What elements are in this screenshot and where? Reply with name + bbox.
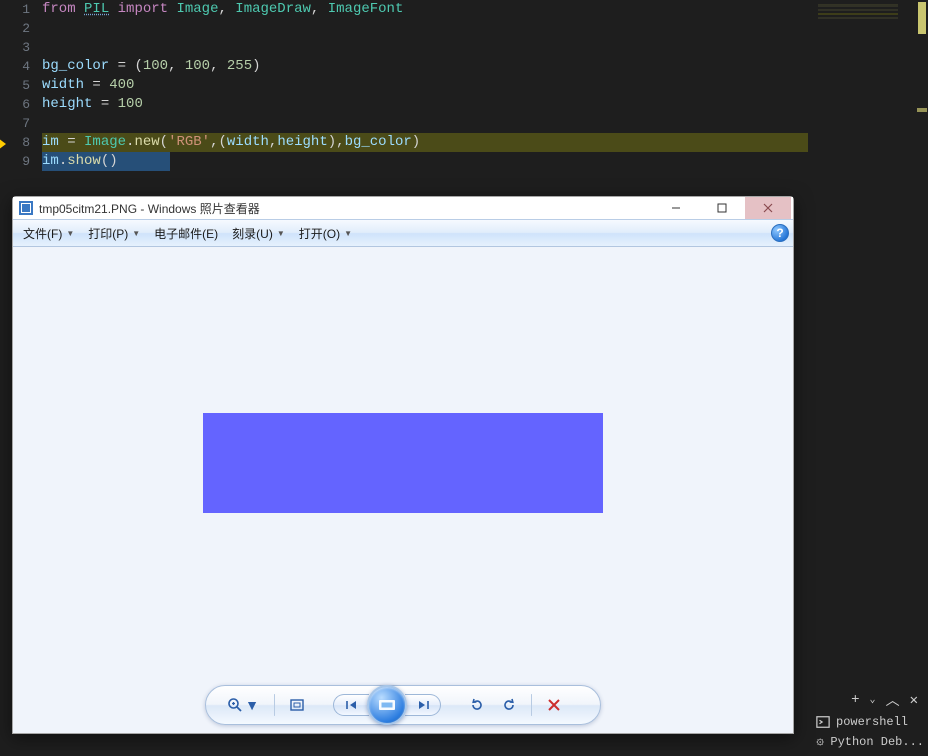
separator [274, 694, 275, 716]
rotate-cw-icon [501, 697, 517, 713]
minimap-content [818, 4, 898, 34]
menu-print[interactable]: 打印(P)▼ [82, 223, 146, 244]
photo-viewer-window: tmp05citm21.PNG - Windows 照片查看器 文件(F)▼ 打… [12, 196, 794, 734]
magnifier-icon [227, 697, 243, 713]
terminal-label: Python Deb... [830, 735, 924, 749]
menubar: 文件(F)▼ 打印(P)▼ 电子邮件(E) 刻录(U)▼ 打开(O)▼ ? [13, 219, 793, 247]
code-line[interactable]: 4 bg_color = (100, 100, 255) [0, 57, 810, 76]
menu-open[interactable]: 打开(O)▼ [293, 223, 358, 244]
line-number: 8 [0, 133, 42, 152]
chevron-down-icon: ▼ [66, 229, 74, 238]
code-line[interactable]: 1 from PIL import Image, ImageDraw, Imag… [0, 0, 810, 19]
next-image-button[interactable] [405, 694, 441, 716]
breakpoint-current-icon [0, 138, 6, 150]
titlebar[interactable]: tmp05citm21.PNG - Windows 照片查看器 [13, 197, 793, 219]
debug-icon [816, 735, 824, 749]
terminal-entry-python-debug[interactable]: Python Deb... [812, 732, 924, 752]
split-terminal-icon[interactable]: ⌄ [870, 694, 876, 706]
menu-burn[interactable]: 刻录(U)▼ [226, 223, 291, 244]
viewer-toolbar: ▼ [205, 685, 601, 725]
slideshow-icon [377, 698, 397, 712]
terminal-panel: + ⌄ ︿ ✕ powershell Python Deb... [812, 688, 924, 756]
line-number: 9 [0, 152, 42, 171]
line-number: 6 [0, 95, 42, 114]
prev-icon [345, 699, 359, 711]
close-panel-icon[interactable]: ✕ [910, 692, 918, 709]
zoom-button[interactable]: ▼ [220, 691, 266, 719]
close-button[interactable] [745, 197, 791, 219]
chevron-down-icon: ▼ [132, 229, 140, 238]
slideshow-button[interactable] [367, 685, 407, 725]
scrollbar-thumb[interactable] [918, 2, 926, 34]
new-terminal-icon[interactable]: + [851, 692, 859, 708]
line-number: 1 [0, 0, 42, 19]
code-line[interactable]: 7 [0, 114, 810, 133]
delete-icon [546, 697, 562, 713]
window-title: tmp05citm21.PNG - Windows 照片查看器 [39, 200, 653, 217]
line-number: 4 [0, 57, 42, 76]
fit-window-button[interactable] [283, 691, 311, 719]
code-line[interactable]: 6 height = 100 [0, 95, 810, 114]
minimize-button[interactable] [653, 197, 699, 219]
menu-file[interactable]: 文件(F)▼ [17, 223, 80, 244]
line-number: 3 [0, 38, 42, 57]
line-number: 7 [0, 114, 42, 133]
code-line-current[interactable]: 8 im = Image.new('RGB',(width,height),bg… [0, 133, 810, 152]
chevron-up-icon[interactable]: ︿ [886, 690, 900, 710]
chevron-down-icon: ▼ [344, 229, 352, 238]
chevron-down-icon: ▼ [245, 697, 259, 713]
rotate-ccw-button[interactable] [463, 691, 491, 719]
line-number: 5 [0, 76, 42, 95]
terminal-entry-powershell[interactable]: powershell [812, 712, 924, 732]
displayed-image [203, 413, 603, 513]
app-icon [19, 201, 33, 215]
terminal-label: powershell [836, 715, 908, 729]
separator [531, 694, 532, 716]
powershell-icon [816, 715, 830, 729]
rotate-ccw-icon [469, 697, 485, 713]
code-line[interactable]: 2 [0, 19, 810, 38]
prev-image-button[interactable] [333, 694, 369, 716]
code-line[interactable]: 3 [0, 38, 810, 57]
delete-button[interactable] [540, 691, 568, 719]
code-line[interactable]: 5 width = 400 [0, 76, 810, 95]
line-number: 2 [0, 19, 42, 38]
maximize-button[interactable] [699, 197, 745, 219]
next-icon [416, 699, 430, 711]
code-line[interactable]: 9 im.show() [0, 152, 810, 171]
minimap[interactable] [814, 2, 914, 682]
rotate-cw-button[interactable] [495, 691, 523, 719]
fit-window-icon [289, 697, 305, 713]
menu-email[interactable]: 电子邮件(E) [148, 223, 224, 244]
scrollbar-marker [917, 108, 927, 112]
image-canvas[interactable]: ▼ [13, 247, 793, 733]
help-icon[interactable]: ? [771, 224, 789, 242]
chevron-down-icon: ▼ [277, 229, 285, 238]
